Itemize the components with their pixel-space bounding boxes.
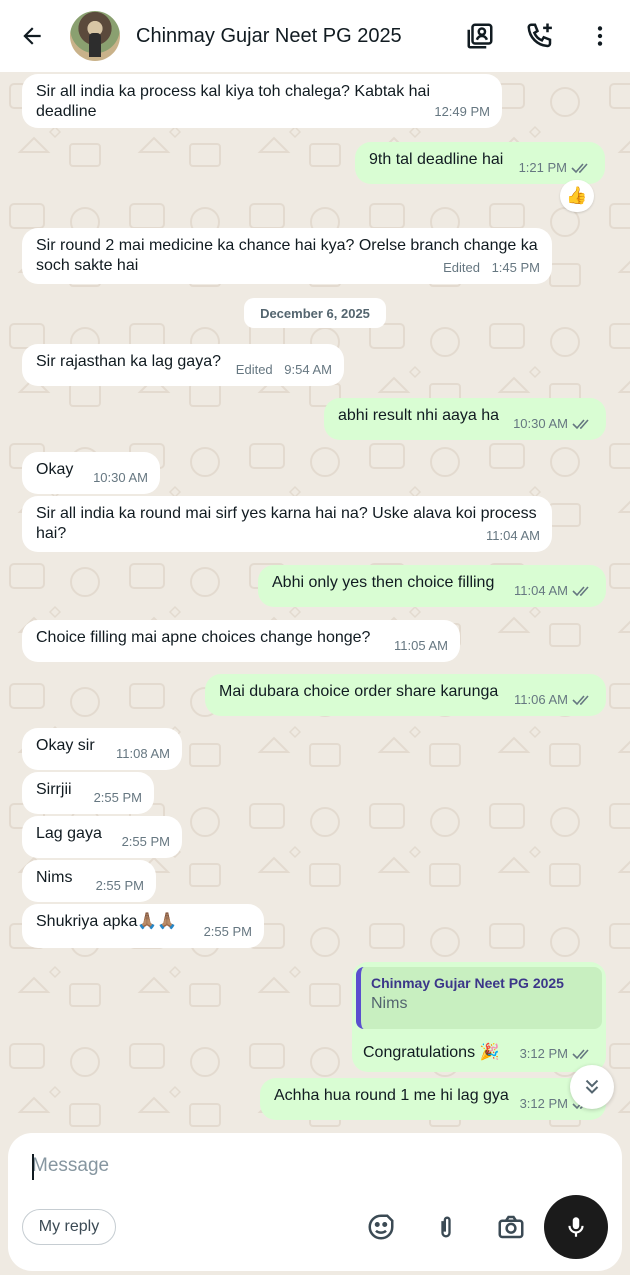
message-time: 2:55 PM bbox=[203, 924, 252, 939]
read-ticks-icon bbox=[572, 586, 589, 597]
message-text: abhi result nhi aaya ha bbox=[338, 407, 499, 424]
message-bubble-incoming[interactable]: Okay sir 11:08 AM bbox=[22, 728, 182, 770]
message-bubble-incoming[interactable]: Sir all india ka round mai sirf yes karn… bbox=[22, 496, 552, 552]
attach-icon bbox=[441, 1216, 451, 1238]
contact-card-icon bbox=[467, 23, 493, 49]
message-text: Congratulations 🎉 bbox=[363, 1044, 500, 1061]
scroll-to-bottom-button[interactable] bbox=[570, 1065, 614, 1109]
message-time: 10:30 AM bbox=[93, 470, 148, 485]
message-bubble-incoming[interactable]: Lag gaya 2:55 PM bbox=[22, 816, 182, 858]
chevrons-down-icon bbox=[585, 1079, 599, 1094]
chat-title[interactable]: Chinmay Gujar Neet PG 2025 bbox=[136, 25, 450, 48]
read-ticks-icon bbox=[572, 419, 589, 430]
add-call-button[interactable] bbox=[510, 0, 570, 72]
message-text: Choice filling mai apne choices change h… bbox=[36, 629, 371, 646]
message-bubble-incoming[interactable]: Nims 2:55 PM bbox=[22, 860, 156, 902]
sticker-icon bbox=[368, 1214, 394, 1240]
message-time: 2:55 PM bbox=[95, 878, 144, 893]
message-bubble-incoming[interactable]: Sirrjii 2:55 PM bbox=[22, 772, 154, 814]
arrow-left-icon bbox=[23, 27, 41, 45]
attach-button[interactable] bbox=[428, 1209, 464, 1245]
message-text: Nims bbox=[36, 869, 73, 886]
message-bubble-incoming[interactable]: Shukriya apka🙏🏽🙏🏽 2:55 PM bbox=[22, 904, 264, 948]
message-bubble-outgoing[interactable]: abhi result nhi aaya ha 10:30 AM bbox=[324, 398, 606, 440]
quoted-text: Nims bbox=[371, 995, 408, 1012]
message-time: 3:12 PM bbox=[519, 1046, 568, 1061]
read-ticks-icon bbox=[572, 695, 589, 706]
message-text: Okay bbox=[36, 461, 74, 478]
add-call-icon bbox=[527, 23, 552, 48]
back-button[interactable] bbox=[0, 0, 64, 72]
message-text: Sir all india ka process kal kiya toh ch… bbox=[36, 83, 430, 120]
message-composer: My reply bbox=[8, 1133, 622, 1271]
message-time: 3:12 PM bbox=[519, 1096, 568, 1111]
message-time: 9:54 AM bbox=[284, 362, 332, 377]
message-text: Lag gaya bbox=[36, 825, 102, 842]
message-time: 11:05 AM bbox=[394, 638, 448, 653]
message-bubble-incoming[interactable]: Sir round 2 mai medicine ka chance hai k… bbox=[22, 228, 552, 284]
camera-icon bbox=[498, 1215, 524, 1239]
message-text: Mai dubara choice order share karunga bbox=[219, 683, 499, 700]
message-time: 12:49 PM bbox=[434, 104, 490, 119]
message-time: 11:04 AM bbox=[514, 583, 568, 598]
quoted-sender: Chinmay Gujar Neet PG 2025 bbox=[371, 975, 564, 991]
thumbs-up-icon: 👍 bbox=[566, 186, 588, 205]
message-bubble-outgoing[interactable]: Achha hua round 1 me hi lag gya 3:12 PM bbox=[260, 1078, 606, 1120]
read-ticks-icon bbox=[572, 1049, 589, 1060]
chat-header: Chinmay Gujar Neet PG 2025 bbox=[0, 0, 630, 72]
message-time: 11:08 AM bbox=[116, 746, 170, 761]
message-text: 9th tal deadline hai bbox=[369, 151, 504, 168]
message-bubble-incoming[interactable]: Okay 10:30 AM bbox=[22, 452, 160, 494]
message-text: Achha hua round 1 me hi lag gya bbox=[274, 1087, 509, 1104]
message-bubble-incoming[interactable]: Sir rajasthan ka lag gaya? Edited 9:54 A… bbox=[22, 344, 344, 386]
my-reply-button[interactable]: My reply bbox=[22, 1209, 116, 1245]
message-bubble-outgoing[interactable]: Abhi only yes then choice filling 11:04 … bbox=[258, 565, 606, 607]
message-time: 2:55 PM bbox=[93, 790, 142, 805]
quoted-message[interactable]: Chinmay Gujar Neet PG 2025 Nims bbox=[356, 967, 602, 1029]
voice-message-button[interactable] bbox=[544, 1195, 608, 1259]
message-time: 11:06 AM bbox=[514, 692, 568, 707]
mic-icon bbox=[568, 1217, 584, 1237]
message-bubble-incoming[interactable]: Sir all india ka process kal kiya toh ch… bbox=[22, 74, 502, 128]
sticker-button[interactable] bbox=[363, 1209, 399, 1245]
avatar[interactable] bbox=[70, 11, 120, 61]
message-bubble-outgoing[interactable]: 9th tal deadline hai 1:21 PM bbox=[355, 142, 605, 184]
message-time: 1:21 PM bbox=[518, 160, 567, 175]
message-text: Shukriya apka🙏🏽🙏🏽 bbox=[36, 913, 178, 930]
edited-label: Edited bbox=[235, 362, 273, 377]
message-text: Abhi only yes then choice filling bbox=[272, 574, 495, 591]
message-text: Sir all india ka round mai sirf yes karn… bbox=[36, 505, 537, 542]
date-separator: December 6, 2025 bbox=[244, 298, 386, 328]
chat-area[interactable]: Sir all india ka process kal kiya toh ch… bbox=[0, 72, 630, 1130]
message-text: Sirrjii bbox=[36, 781, 72, 798]
reaction-badge[interactable]: 👍 bbox=[560, 180, 594, 212]
camera-button[interactable] bbox=[493, 1209, 529, 1245]
read-ticks-icon bbox=[571, 163, 588, 174]
edited-label: Edited bbox=[443, 260, 480, 275]
message-bubble-outgoing[interactable]: Mai dubara choice order share karunga 11… bbox=[205, 674, 606, 716]
message-time: 2:55 PM bbox=[121, 834, 170, 849]
contact-card-button[interactable] bbox=[450, 0, 510, 72]
message-input[interactable] bbox=[32, 1151, 532, 1181]
text-cursor bbox=[32, 1154, 34, 1180]
message-text: Okay sir bbox=[36, 737, 95, 754]
more-vertical-icon bbox=[597, 26, 603, 46]
message-text: Sir rajasthan ka lag gaya? bbox=[36, 353, 221, 370]
message-time: 11:04 AM bbox=[486, 528, 540, 543]
message-time: 1:45 PM bbox=[491, 260, 540, 275]
message-bubble-incoming[interactable]: Choice filling mai apne choices change h… bbox=[22, 620, 460, 662]
more-options-button[interactable] bbox=[570, 0, 630, 72]
message-time: 10:30 AM bbox=[513, 416, 568, 431]
